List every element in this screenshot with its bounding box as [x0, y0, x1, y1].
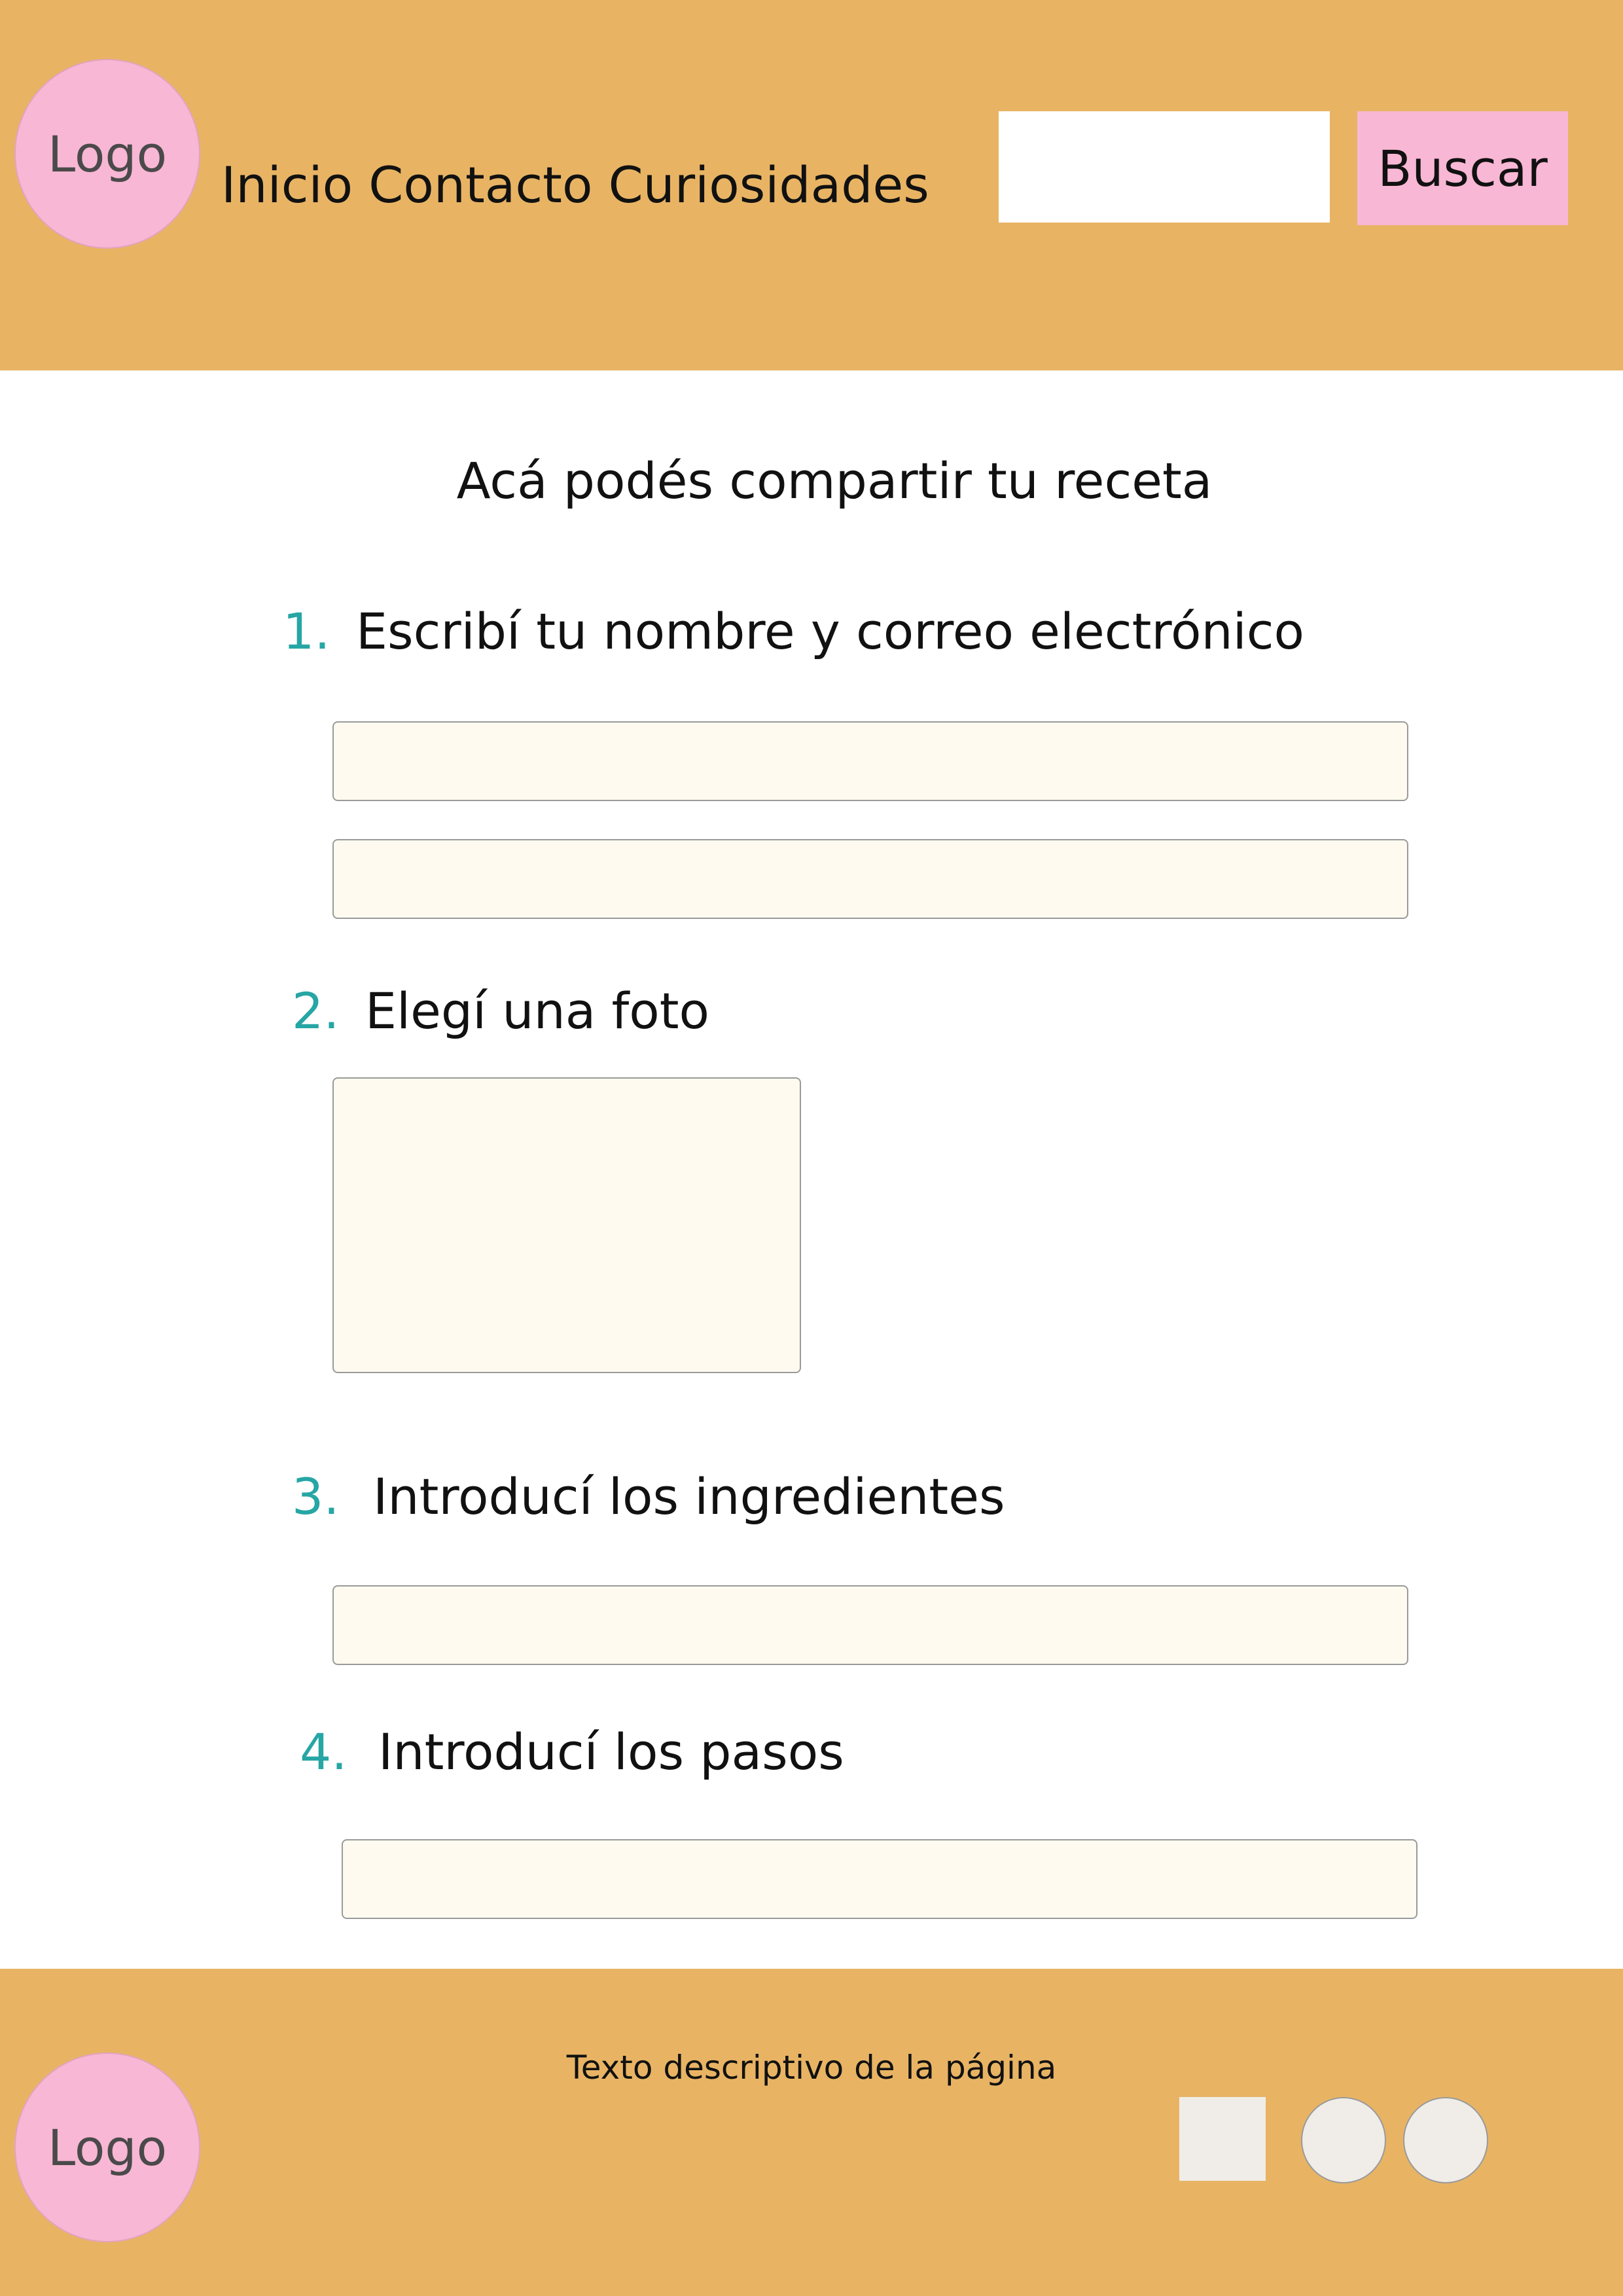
- step-1-label: Escribí tu nombre y correo electrónico: [356, 602, 1305, 660]
- footer-logo-label: Logo: [47, 2118, 168, 2177]
- step-2-number: 2.: [292, 982, 340, 1040]
- circle-social-icon[interactable]: [1301, 2097, 1386, 2183]
- step-2-label: Elegí una foto: [365, 982, 710, 1040]
- search-button[interactable]: Buscar: [1357, 111, 1568, 225]
- circle-social-icon[interactable]: [1403, 2097, 1488, 2183]
- step-1-number: 1.: [283, 602, 330, 660]
- step-4-label: Introducí los pasos: [378, 1723, 844, 1781]
- footer-description: Texto descriptivo de la página: [566, 2049, 1057, 2087]
- step-1-heading: 1. Escribí tu nombre y correo electrónico: [283, 602, 1304, 660]
- step-4-number: 4.: [300, 1723, 348, 1781]
- ingredients-field[interactable]: [332, 1585, 1408, 1665]
- step-2-heading: 2. Elegí una foto: [292, 982, 709, 1040]
- header-logo[interactable]: Logo: [14, 59, 200, 249]
- search-input[interactable]: [999, 111, 1330, 223]
- step-3-label: Introducí los ingredientes: [373, 1467, 1005, 1526]
- search-button-label: Buscar: [1378, 139, 1548, 198]
- main-navigation[interactable]: Inicio Contacto Curiosidades: [221, 156, 929, 214]
- header-logo-label: Logo: [47, 124, 168, 183]
- step-3-heading: 3. Introducí los ingredientes: [292, 1467, 1005, 1526]
- page-title: Acá podés compartir tu receta: [456, 452, 1213, 510]
- step-4-heading: 4. Introducí los pasos: [300, 1723, 844, 1781]
- steps-field[interactable]: [342, 1839, 1418, 1919]
- square-social-icon[interactable]: [1179, 2097, 1266, 2181]
- photo-upload-area[interactable]: [332, 1077, 801, 1373]
- name-field[interactable]: [332, 721, 1408, 801]
- step-3-number: 3.: [292, 1467, 340, 1526]
- email-field[interactable]: [332, 839, 1408, 919]
